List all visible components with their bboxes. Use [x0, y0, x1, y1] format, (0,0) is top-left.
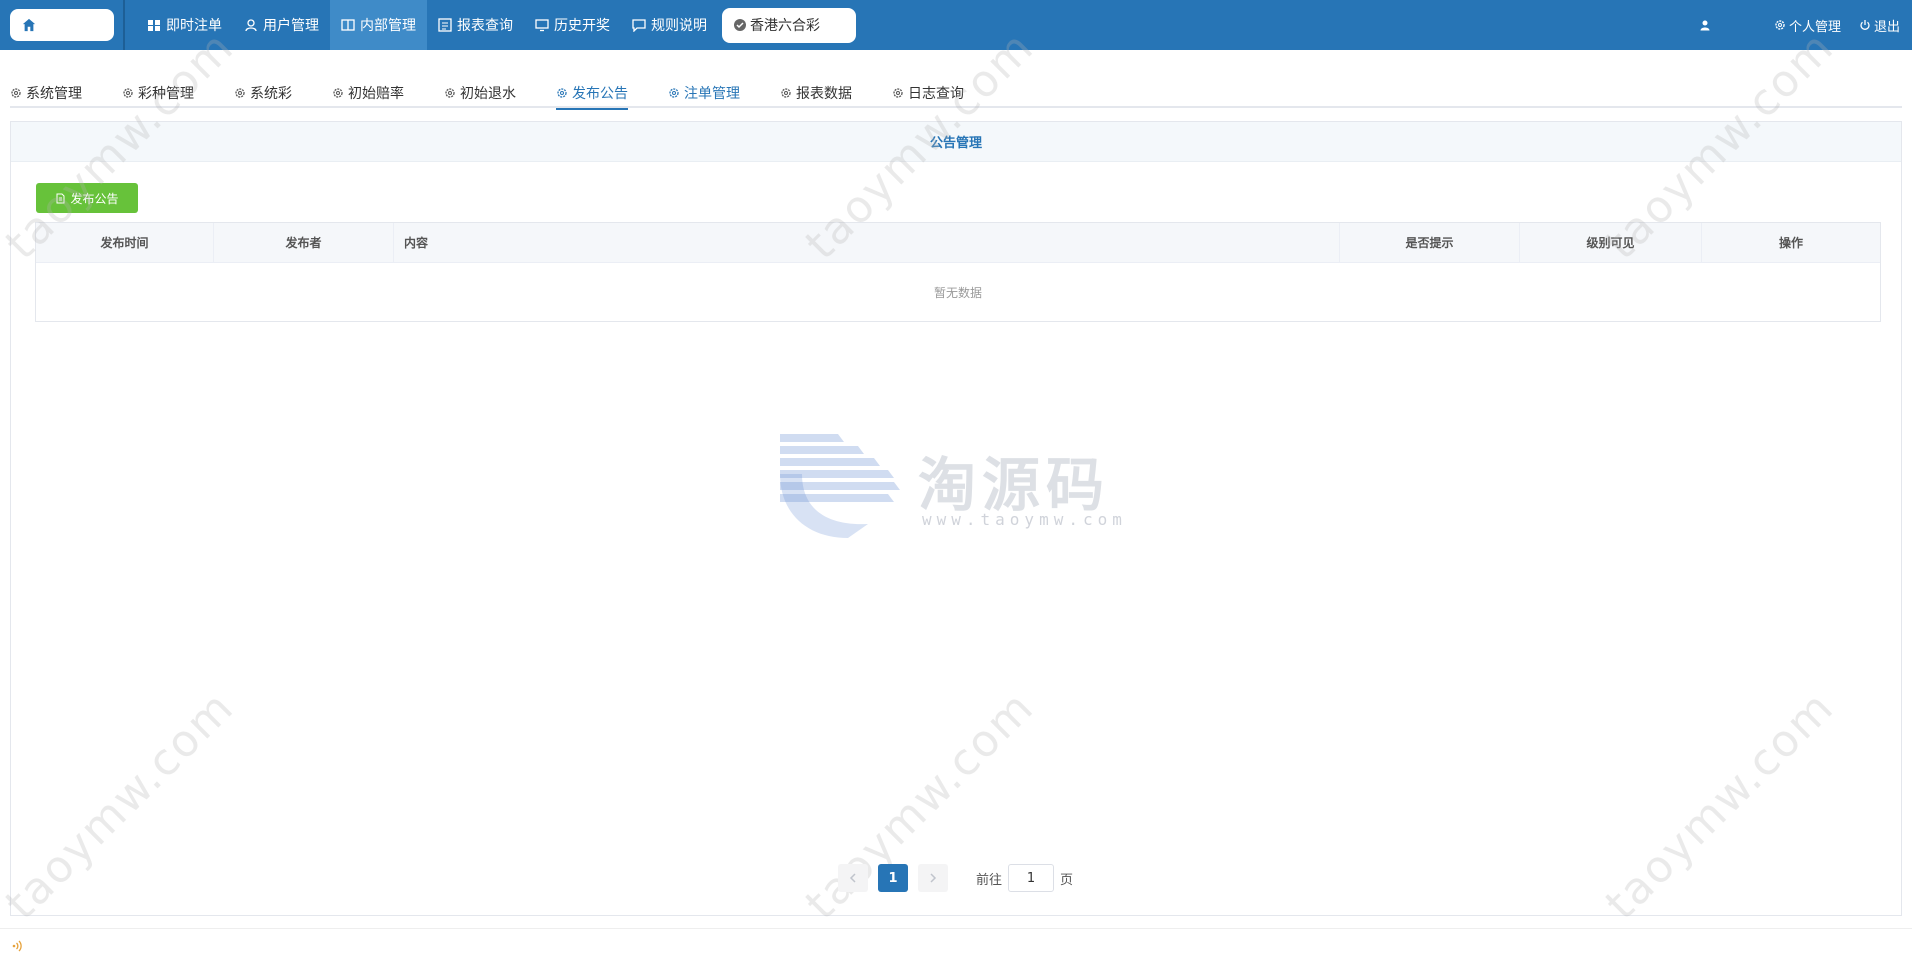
subtab-label: 彩种管理: [138, 86, 194, 102]
pagination: 1 前往 1 页: [838, 864, 1073, 892]
footer-bar: [0, 928, 1912, 966]
book-icon: [341, 19, 355, 31]
table-header: 发布时间 发布者 内容 是否提示 级别可见 操作: [36, 223, 1880, 263]
chevron-left-icon: [849, 873, 856, 883]
subtab-6[interactable]: 注单管理: [668, 78, 740, 108]
subtab-2[interactable]: 系统彩: [234, 78, 292, 108]
nav-label: 即时注单: [166, 18, 222, 34]
home-button[interactable]: [10, 9, 114, 41]
user-icon: [245, 19, 257, 32]
subtab-7[interactable]: 报表数据: [780, 78, 852, 108]
right-nav: 个人管理 退出: [1681, 0, 1900, 50]
personal-management-link[interactable]: 个人管理: [1774, 16, 1841, 35]
nav-item-internal-management[interactable]: 内部管理: [330, 0, 427, 50]
next-page-button[interactable]: [918, 864, 948, 892]
subtab-3[interactable]: 初始赔率: [332, 78, 404, 108]
subtab-4[interactable]: 初始退水: [444, 78, 516, 108]
subtab-label: 初始退水: [460, 86, 516, 102]
chevron-right-icon: [930, 873, 937, 883]
person-icon: [1700, 20, 1710, 31]
report-icon: [438, 18, 452, 32]
gear-icon: [123, 88, 133, 98]
column-header-notify[interactable]: 是否提示: [1340, 223, 1520, 262]
subtab-0[interactable]: 系统管理: [10, 78, 82, 108]
gear-icon: [669, 88, 679, 98]
panel-title: 公告管理: [11, 122, 1901, 162]
gear-icon: [333, 88, 343, 98]
document-icon: [56, 193, 65, 203]
nav-label: 用户管理: [263, 18, 319, 34]
logout-label: 退出: [1873, 19, 1900, 35]
column-header-actions[interactable]: 操作: [1702, 223, 1880, 262]
announcement-panel: 公告管理 发布公告 发布时间 发布者 内容 是否提示 级别可见 操作 暂无数据: [10, 121, 1902, 916]
subtab-1[interactable]: 彩种管理: [122, 78, 194, 108]
gear-icon: [11, 88, 21, 98]
publish-announcement-label: 发布公告: [70, 191, 119, 206]
check-circle-icon: [734, 19, 746, 31]
nav-label: 内部管理: [360, 18, 416, 34]
lottery-selector[interactable]: 香港六合彩: [722, 7, 856, 43]
subtab-5[interactable]: 发布公告: [556, 78, 628, 110]
prev-page-button[interactable]: [838, 864, 868, 892]
nav-label: 报表查询: [457, 18, 513, 34]
nav-item-report-query[interactable]: 报表查询: [427, 0, 524, 50]
page-suffix: 页: [1060, 872, 1074, 888]
nav-item-realtime-bets[interactable]: 即时注单: [136, 0, 233, 50]
gear-icon: [1775, 20, 1785, 30]
grid-icon: [148, 20, 160, 31]
page-number-current[interactable]: 1: [878, 864, 908, 892]
subtab-label: 日志查询: [908, 86, 964, 102]
nav-label: 规则说明: [651, 18, 707, 34]
nav-item-history-draws[interactable]: 历史开奖: [524, 0, 621, 50]
main-nav: 即时注单 用户管理 内部管理 报表查询 历史开奖 规则说明 香港六合彩: [136, 0, 856, 50]
subtab-label: 注单管理: [684, 86, 740, 102]
nav-label: 历史开奖: [554, 18, 610, 34]
column-header-publisher[interactable]: 发布者: [214, 223, 394, 262]
message-icon: [632, 19, 646, 32]
gear-icon: [557, 88, 567, 98]
gear-icon: [781, 88, 791, 98]
logout-link[interactable]: 退出: [1859, 16, 1900, 35]
column-header-publish-time[interactable]: 发布时间: [36, 223, 214, 262]
empty-state-text: 暂无数据: [933, 285, 982, 300]
goto-page-input[interactable]: 1: [1008, 864, 1055, 892]
subtab-label: 发布公告: [572, 86, 628, 102]
column-header-visibility[interactable]: 级别可见: [1520, 223, 1702, 262]
subtab-label: 初始赔率: [348, 86, 404, 102]
subtab-label: 系统彩: [250, 86, 292, 102]
publish-announcement-button[interactable]: 发布公告: [36, 183, 138, 213]
power-icon: [1860, 20, 1870, 30]
gear-icon: [893, 88, 903, 98]
announcement-table: 发布时间 发布者 内容 是否提示 级别可见 操作 暂无数据: [35, 222, 1881, 322]
subtab-8[interactable]: 日志查询: [892, 78, 964, 108]
lottery-selector-label: 香港六合彩: [750, 18, 820, 34]
subtab-label: 系统管理: [26, 86, 82, 102]
gear-icon: [235, 88, 245, 98]
profile-button[interactable]: [1699, 19, 1714, 31]
nav-item-user-management[interactable]: 用户管理: [233, 0, 330, 50]
monitor-icon: [535, 19, 549, 32]
broadcast-icon[interactable]: [10, 939, 24, 953]
top-navbar: 即时注单 用户管理 内部管理 报表查询 历史开奖 规则说明 香港六合彩 个人管理…: [0, 0, 1912, 50]
subtab-label: 报表数据: [796, 86, 852, 102]
personal-management-label: 个人管理: [1788, 19, 1841, 35]
goto-label: 前往: [976, 872, 1003, 888]
home-icon: [22, 18, 36, 32]
gear-icon: [445, 88, 455, 98]
nav-item-rules[interactable]: 规则说明: [621, 0, 718, 50]
sub-tabs: 系统管理 彩种管理 系统彩 初始赔率 初始退水 发布公告 注单管理 报表数据 日志查询: [10, 78, 1902, 110]
column-header-content[interactable]: 内容: [394, 223, 1340, 262]
navbar-separator: [123, 0, 125, 50]
